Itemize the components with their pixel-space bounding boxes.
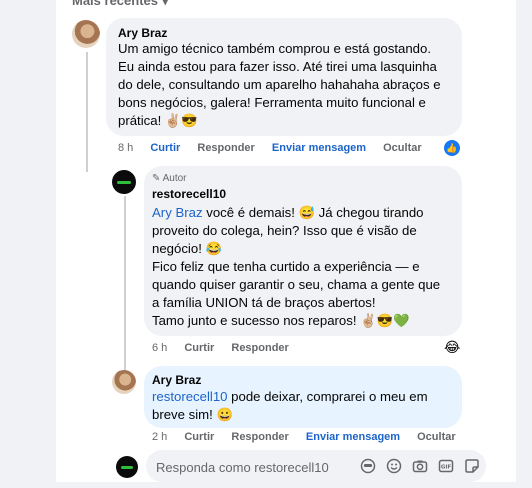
reply-button[interactable]: Responder: [197, 142, 254, 154]
like-button[interactable]: Curtir: [184, 342, 214, 354]
comment-time: 8 h: [118, 142, 134, 154]
comment-line: prática! ✌🏼😎: [118, 113, 198, 128]
reply-line: Ary Braz você é demais! 😅 Já chegou tira…: [152, 204, 424, 222]
chevron-down-icon: ▾: [162, 0, 169, 8]
reply-author[interactable]: Ary Braz: [152, 373, 201, 387]
reply-line: negócio! 😂: [152, 241, 222, 256]
reply-line: restorecell10 pode deixar, comprarei o m…: [152, 388, 428, 406]
avatar[interactable]: [112, 370, 136, 394]
reply-actions: 6 h Curtir Responder: [152, 342, 303, 354]
send-message-button[interactable]: Enviar mensagem: [306, 431, 400, 443]
mention-link[interactable]: Ary Braz: [152, 205, 203, 220]
mention-link[interactable]: restorecell10: [152, 389, 228, 404]
reply-author[interactable]: restorecell10: [152, 187, 226, 201]
author-badge: ✎ Autor: [152, 173, 187, 184]
reply-line: a família UNION tá de braços abertos!: [152, 295, 376, 310]
comment-line: bons negócios, galera! Ferramenta muito …: [118, 95, 426, 110]
comment-author[interactable]: Ary Braz: [118, 26, 167, 40]
emoji-icon[interactable]: [386, 458, 402, 474]
camera-icon[interactable]: [412, 458, 428, 474]
reply-input[interactable]: [154, 456, 358, 478]
right-gutter: [516, 0, 532, 488]
avatar[interactable]: [112, 170, 136, 194]
reply-line: Fico feliz que tenha curtido a experiênc…: [152, 259, 420, 274]
like-reaction-icon[interactable]: 👍: [444, 140, 460, 156]
reply-line: quando quiser garantir o seu, chama a ge…: [152, 277, 441, 292]
hide-button[interactable]: Ocultar: [417, 431, 456, 443]
reply-actions: 2 h Curtir Responder Enviar mensagem Ocu…: [152, 431, 470, 443]
reply-line: proveito do colega, hein? Isso que é vis…: [152, 223, 417, 238]
reply-time: 2 h: [152, 431, 168, 443]
thread-line: [124, 196, 126, 370]
send-message-button[interactable]: Enviar mensagem: [272, 142, 366, 154]
avatar[interactable]: [72, 20, 100, 48]
laugh-reaction-icon[interactable]: 😂: [444, 340, 460, 356]
comment-line: Eu ainda estou para fazer isso. Até tire…: [118, 59, 437, 74]
svg-text:GIF: GIF: [441, 465, 452, 471]
left-gutter: [0, 0, 56, 488]
gif-icon[interactable]: GIF: [438, 458, 454, 474]
reply-line: Tamo junto e sucesso nos reparos! ✌🏼😎💚: [152, 313, 410, 328]
reply-composer: GIF: [146, 450, 486, 482]
comment-line: do dele, consultando um aparelho hahahah…: [118, 77, 441, 92]
reply-button[interactable]: Responder: [231, 342, 288, 354]
reply-line-rest: você é demais! 😅 Já chegou tirando: [202, 205, 424, 220]
sticker-icon[interactable]: [464, 458, 480, 474]
comment-actions: 8 h Curtir Responder Enviar mensagem Ocu…: [118, 142, 436, 154]
thread-line: [86, 52, 88, 172]
comment-line: Um amigo técnico também comprou e está g…: [118, 41, 431, 56]
badge-icon: ✎: [152, 173, 163, 184]
bottom-gutter: [0, 482, 532, 488]
author-badge-label: Autor: [162, 173, 187, 184]
hide-button[interactable]: Ocultar: [383, 142, 422, 154]
reply-line-rest: pode deixar, comprarei o meu em: [227, 389, 428, 404]
avatar[interactable]: [116, 456, 138, 478]
reply-line: breve sim! 😀: [152, 407, 233, 422]
reply-button[interactable]: Responder: [231, 431, 288, 443]
avatar-sticker-icon[interactable]: [360, 458, 376, 474]
like-button[interactable]: Curtir: [150, 142, 180, 154]
reply-time: 6 h: [152, 342, 168, 354]
like-button[interactable]: Curtir: [184, 431, 214, 443]
sort-dropdown[interactable]: Mais recentes ▾: [72, 0, 169, 9]
sort-label: Mais recentes: [72, 0, 158, 8]
